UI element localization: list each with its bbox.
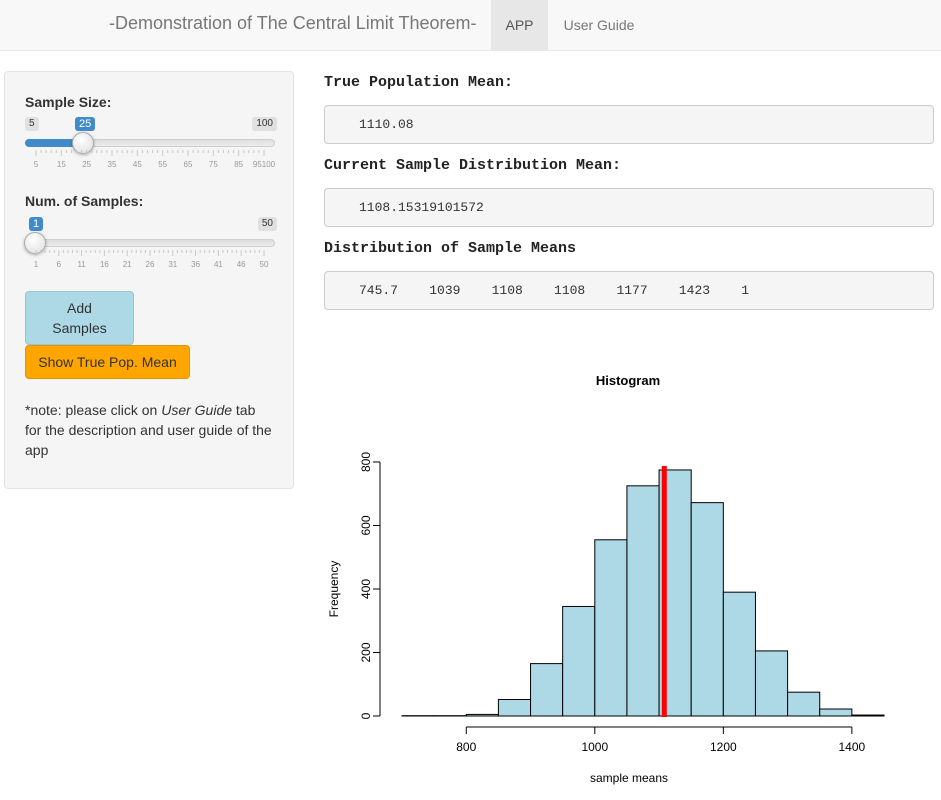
slider-tick-label: 55 <box>158 160 167 169</box>
slider-tick-label: 5 <box>34 160 39 169</box>
tab-user-guide[interactable]: User Guide <box>548 0 650 50</box>
distribution-heading: Distribution of Sample Means <box>324 240 577 257</box>
navbar: -Demonstration of The Central Limit Theo… <box>0 0 941 51</box>
slider-grid: 1 6 11 16 21 26 31 36 41 46 50 <box>34 250 269 269</box>
slider-tick-label: 36 <box>191 260 200 269</box>
y-axis-label: Frequency <box>327 561 341 618</box>
x-tick-label: 800 <box>456 740 476 754</box>
histogram-bar <box>819 708 853 717</box>
histogram-bar <box>626 485 660 717</box>
x-tick-label: 1000 <box>581 740 608 754</box>
sample-size-slider[interactable]: 5 25 100 5 15 25 35 45 55 65 75 85 95100 <box>25 117 277 177</box>
show-true-mean-button[interactable]: Show True Pop. Mean <box>25 345 190 379</box>
histogram-bar <box>851 714 885 717</box>
slider-tick-label: 50 <box>260 260 269 269</box>
x-axis-label: sample means <box>590 771 668 785</box>
histogram-bar <box>722 591 756 717</box>
distribution-summary-output: 745.7 1039 1108 1108 1177 1423 1 <box>324 271 934 310</box>
histogram-bar <box>530 663 564 717</box>
slider-value-label: 25 <box>75 117 96 131</box>
current-mean-heading: Current Sample Distribution Mean: <box>324 157 622 174</box>
slider-tick-label: 1 <box>34 260 39 269</box>
true-mean-heading: True Population Mean: <box>324 74 514 91</box>
histogram-chart: Histogram 0 200 400 600 800 Frequency 800 1000 12… <box>327 373 885 785</box>
histogram-bar <box>465 713 499 717</box>
y-tick-label: 800 <box>359 452 373 472</box>
histogram-bar <box>690 502 724 717</box>
histogram-bar <box>594 539 628 717</box>
num-samples-label: Num. of Samples: <box>25 193 144 209</box>
y-tick-label: 200 <box>359 642 373 662</box>
slider-tick-label: 45 <box>133 160 142 169</box>
histogram-bar <box>562 605 596 717</box>
chart-title: Histogram <box>596 373 660 388</box>
y-tick-label: 400 <box>359 579 373 599</box>
current-mean-output: 1108.15319101572 <box>324 188 934 227</box>
slider-max-label: 50 <box>257 217 277 231</box>
slider-tick-label: 25 <box>82 160 91 169</box>
help-note: *note: please click on User Guide tab fo… <box>25 400 275 460</box>
slider-tick-label: 65 <box>184 160 193 169</box>
slider-tick-label: 26 <box>146 260 155 269</box>
slider-grid: 5 15 25 35 45 55 65 75 85 95100 <box>34 150 275 169</box>
slider-tick-label: 6 <box>57 260 62 269</box>
true-mean-output: 1110.08 <box>324 105 934 144</box>
slider-tick-label: 95100 <box>253 160 275 169</box>
note-user-guide: User Guide <box>161 402 233 418</box>
slider-value-label: 1 <box>29 217 44 231</box>
histogram-bar <box>754 650 789 717</box>
x-tick-label: 1200 <box>710 740 737 754</box>
tab-app[interactable]: APP <box>491 0 548 50</box>
slider-tick-label: 41 <box>214 260 223 269</box>
slider-tick-label: 75 <box>209 160 218 169</box>
slider-min-label: 5 <box>25 117 39 131</box>
app-title: -Demonstration of The Central Limit Theo… <box>109 13 477 33</box>
slider-tick-label: 35 <box>108 160 117 169</box>
slider-tick-label: 46 <box>237 260 246 269</box>
sidebar-panel: Sample Size: 5 25 100 5 15 25 35 45 55 65 75 85 9… <box>4 71 294 489</box>
slider-max-label: 100 <box>252 117 277 131</box>
x-tick-label: 1400 <box>839 740 866 754</box>
note-prefix: *note: please click on <box>25 402 162 418</box>
num-samples-slider[interactable]: 1 50 1 6 11 16 21 26 31 36 41 46 50 <box>24 217 277 277</box>
histogram-bar <box>787 691 821 717</box>
slider-tick-label: 16 <box>100 260 109 269</box>
add-samples-button[interactable]: Add Samples <box>25 291 134 345</box>
sample-size-label: Sample Size: <box>25 94 112 110</box>
y-tick-label: 600 <box>359 515 373 535</box>
slider-tick-label: 21 <box>123 260 132 269</box>
slider-track[interactable] <box>25 239 275 247</box>
slider-tick-label: 15 <box>57 160 66 169</box>
slider-tick-label: 31 <box>168 260 177 269</box>
slider-tick-label: 11 <box>77 260 86 269</box>
histogram-bar <box>497 698 532 717</box>
slider-tick-label: 85 <box>234 160 243 169</box>
y-tick-label: 0 <box>359 712 373 719</box>
